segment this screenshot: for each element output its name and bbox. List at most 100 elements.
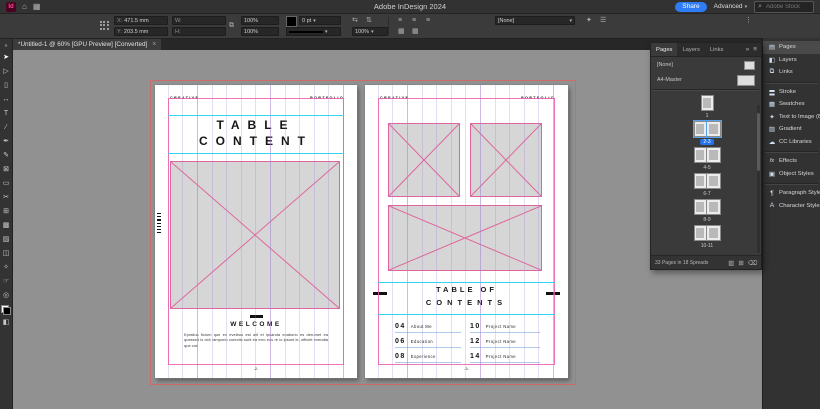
pages-scrollbar[interactable] — [757, 105, 760, 253]
reference-point-proxy[interactable] — [99, 20, 110, 31]
page-thumbnail-6-7[interactable]: 6-7 — [651, 173, 763, 197]
type-tool[interactable]: T — [0, 106, 13, 120]
rectangle-tool[interactable]: ▭ — [0, 176, 13, 190]
image-frame[interactable] — [170, 161, 340, 309]
spread-view-icon[interactable]: ▥ — [728, 259, 734, 267]
right-page[interactable]: CREATIVE PORTFOLIO TABLE OF CO — [365, 85, 568, 378]
page-thumbnail-8-9[interactable]: 8-9 — [651, 199, 763, 223]
dock-item-object-styles[interactable]: ▣ Object Styles — [763, 168, 820, 181]
delete-page-icon[interactable]: ⌫ — [748, 259, 757, 267]
tab-pages[interactable]: Pages — [651, 43, 677, 56]
free-transform-tool[interactable]: ⊞ — [0, 204, 13, 218]
toc-entry[interactable]: 12 Project Name — [470, 338, 540, 348]
page-title[interactable]: TABLE — [155, 118, 357, 132]
page-title[interactable]: CONTENT — [155, 134, 357, 148]
header-text[interactable]: PORTFOLIO — [521, 96, 555, 100]
dock-item-pages[interactable]: ▤ Pages — [763, 41, 820, 54]
zoom-tool[interactable]: ◎ — [0, 288, 13, 302]
dock-item-links[interactable]: ⧉ Links — [763, 66, 820, 79]
gradient-feather-tool[interactable]: ▨ — [0, 232, 13, 246]
welcome-heading[interactable]: WELCOME — [155, 321, 357, 328]
dock-item-gradient[interactable]: ▨ Gradient — [763, 123, 820, 136]
flip-vertical-icon[interactable]: ⇅ — [366, 16, 372, 25]
tab-layers[interactable]: Layers — [677, 43, 704, 56]
toc-entry[interactable]: 14 Project Name — [470, 353, 540, 363]
toc-entry[interactable]: 08 Experience — [395, 353, 461, 363]
dock-item-text-to-image[interactable]: ✦ Text to Image (Bet... — [763, 111, 820, 124]
line-tool[interactable]: ∕ — [0, 120, 13, 134]
dock-item-character-styles[interactable]: A Character Styles — [763, 200, 820, 213]
pen-tool[interactable]: ✒ — [0, 134, 13, 148]
y-position-field[interactable]: Y: 203.5 mm — [114, 27, 168, 36]
adobe-stock-search[interactable]: ⌕ — [754, 1, 814, 13]
selection-tool[interactable]: ➤ — [0, 50, 13, 64]
align-center-icon[interactable]: ≡ — [412, 16, 416, 25]
panel-collapse-icon[interactable]: » — [746, 46, 750, 53]
toc-heading[interactable]: CONTENTS — [365, 298, 568, 307]
frame-tool[interactable]: ⊠ — [0, 162, 13, 176]
tab-links[interactable]: Links — [705, 43, 729, 56]
workspace-switcher[interactable]: Advanced ▾ — [714, 3, 747, 10]
page-thumbnail-2-3[interactable]: 2-3 — [651, 121, 763, 145]
eyedropper-tool[interactable]: ✧ — [0, 260, 13, 274]
text-wrap-icon[interactable]: ▦ — [398, 27, 405, 36]
toc-entry[interactable]: 06 Education — [395, 338, 461, 348]
image-frame[interactable] — [388, 123, 460, 197]
flip-horizontal-icon[interactable]: ⇆ — [352, 16, 358, 25]
header-text[interactable]: CREATIVE — [380, 96, 409, 100]
pencil-tool[interactable]: ✎ — [0, 148, 13, 162]
page-thumbnail-10-11[interactable]: 10-11 — [651, 225, 763, 249]
dock-item-effects[interactable]: fx Effects — [763, 155, 820, 168]
page-thumbnail-4-5[interactable]: 4-5 — [651, 147, 763, 171]
header-text[interactable]: CREATIVE — [170, 96, 199, 100]
dock-item-layers[interactable]: ◧ Layers — [763, 54, 820, 67]
header-text[interactable]: PORTFOLIO — [310, 96, 344, 100]
scale-y-field[interactable]: 100% — [241, 27, 279, 36]
master-page-a4[interactable]: A4-Master — [651, 73, 761, 87]
gap-tool[interactable]: ↔ — [0, 92, 13, 106]
stroke-color-swatch[interactable] — [286, 16, 297, 27]
scissors-tool[interactable]: ✂ — [0, 190, 13, 204]
dock-item-cc-libraries[interactable]: ☁ CC Libraries — [763, 136, 820, 149]
image-frame[interactable] — [388, 205, 542, 271]
constrain-proportions-icon[interactable]: ⧉ — [229, 21, 234, 30]
collapse-tools-icon[interactable]: » — [0, 41, 13, 50]
page-tool[interactable]: ▯ — [0, 78, 13, 92]
effects-menu-icon[interactable]: ✦ — [586, 16, 592, 25]
stroke-weight-field[interactable]: 0 pt ▾ — [299, 16, 341, 25]
apps-grid-icon[interactable]: ▦ — [33, 2, 41, 12]
corner-options-icon[interactable]: ▦ — [412, 27, 419, 36]
search-input[interactable] — [764, 3, 810, 11]
document-tab[interactable]: *Untitled-1 @ 60% [GPU Preview] [Convert… — [13, 38, 161, 50]
toc-heading[interactable]: TABLE OF — [365, 285, 568, 294]
master-page-none[interactable]: [None] — [651, 58, 761, 72]
close-icon[interactable]: × — [152, 41, 156, 48]
panel-menu-icon[interactable]: ≡ — [753, 46, 757, 53]
toc-entry[interactable]: 04 About Me — [395, 323, 461, 333]
hand-tool[interactable]: ☞ — [0, 274, 13, 288]
panel-options-icon[interactable]: ☰ — [600, 16, 606, 25]
gradient-tool[interactable]: ▩ — [0, 218, 13, 232]
direct-selection-tool[interactable]: ▷ — [0, 64, 13, 78]
dock-item-stroke[interactable]: 〓 Stroke — [763, 86, 820, 99]
note-tool[interactable]: ◫ — [0, 246, 13, 260]
x-position-field[interactable]: X: 471.5 mm — [114, 16, 168, 25]
dock-item-swatches[interactable]: ▦ Swatches — [763, 98, 820, 111]
screen-mode-icon[interactable]: ◧ — [0, 315, 13, 329]
width-field[interactable]: W: — [172, 16, 226, 25]
toc-entry[interactable]: 10 Project Name — [470, 323, 540, 333]
image-frame[interactable] — [470, 123, 542, 197]
opacity-field[interactable]: 100% ▾ — [352, 27, 388, 36]
align-left-icon[interactable]: ≡ — [398, 16, 402, 25]
share-button[interactable]: Share — [675, 2, 706, 12]
scale-x-field[interactable]: 100% — [241, 16, 279, 25]
new-page-icon[interactable]: ⊞ — [738, 259, 743, 267]
fill-stroke-proxy[interactable] — [1, 305, 11, 315]
left-page[interactable]: CREATIVE PORTFOLIO TABLE CONTENT WELCOME… — [155, 85, 357, 378]
page-thumbnail-1[interactable]: 1 — [651, 95, 763, 119]
home-icon[interactable]: ⌂ — [22, 2, 27, 12]
dock-item-paragraph-styles[interactable]: ¶ Paragraph Styles — [763, 187, 820, 200]
height-field[interactable]: H: — [172, 27, 226, 36]
align-right-icon[interactable]: ≡ — [426, 16, 430, 25]
welcome-body-text[interactable]: Epratius ficium que ex eveibus est alit … — [184, 332, 328, 348]
